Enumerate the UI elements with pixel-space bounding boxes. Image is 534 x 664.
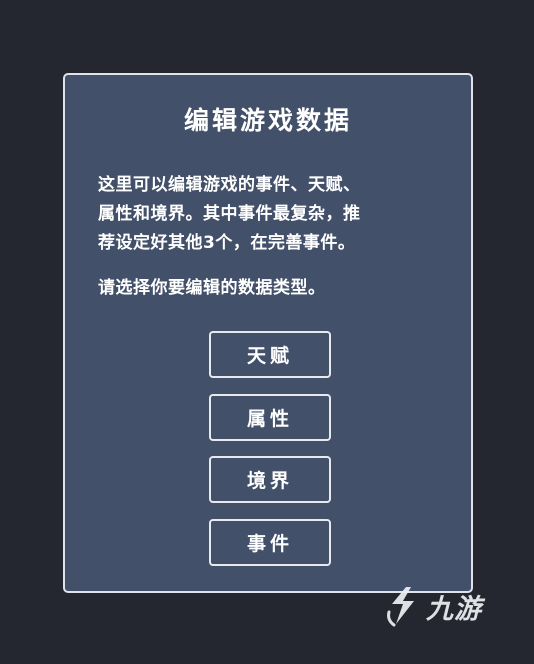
description-line: 荐设定好其他3个，在完善事件。 — [98, 233, 356, 253]
game-screen: 编辑游戏数据 这里可以编辑游戏的事件、天赋、 属性和境界。其中事件最复杂，推 荐… — [0, 0, 534, 664]
jiuyou-logo-icon — [384, 584, 422, 628]
dialog-prompt: 请选择你要编辑的数据类型。 — [98, 278, 326, 298]
realm-button[interactable]: 境界 — [209, 456, 331, 503]
description-line: 这里可以编辑游戏的事件、天赋、 — [98, 175, 361, 195]
description-line: 属性和境界。其中事件最复杂，推 — [98, 204, 361, 224]
attribute-button[interactable]: 属性 — [209, 394, 331, 441]
edit-game-data-dialog: 编辑游戏数据 这里可以编辑游戏的事件、天赋、 属性和境界。其中事件最复杂，推 荐… — [63, 73, 473, 593]
watermark: 九游 — [384, 582, 499, 630]
dialog-title: 编辑游戏数据 — [183, 106, 352, 135]
talent-button[interactable]: 天赋 — [209, 331, 331, 378]
event-button[interactable]: 事件 — [209, 519, 331, 566]
dialog-description: 这里可以编辑游戏的事件、天赋、 属性和境界。其中事件最复杂，推 荐设定好其他3个… — [98, 171, 443, 258]
watermark-text: 九游 — [426, 593, 482, 625]
